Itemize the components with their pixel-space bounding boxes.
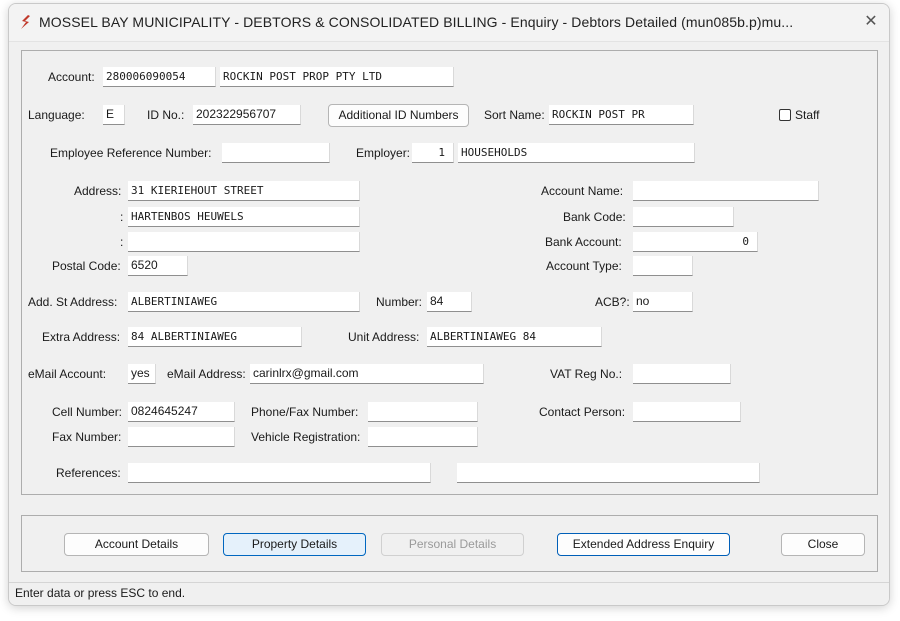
account-name-label: Account Name: (541, 184, 624, 198)
account-number-field[interactable]: 280006090054 (103, 67, 216, 87)
address-line2-field[interactable]: HARTENBOS HEUWELS (128, 207, 360, 227)
bank-account-field[interactable]: 0 (633, 232, 758, 252)
bank-code-field[interactable] (633, 207, 734, 227)
email-account-label: eMail Account: (28, 367, 107, 381)
employer-code-field[interactable]: 1 (412, 143, 454, 163)
id-no-label: ID No.: (147, 108, 185, 122)
number-field[interactable]: 84 (427, 292, 472, 312)
employer-name-field[interactable]: HOUSEHOLDS (458, 143, 695, 163)
vehicle-reg-label: Vehicle Registration: (251, 430, 361, 444)
add-st-address-label: Add. St Address: (28, 295, 118, 309)
debtor-details-panel: Account: 280006090054 ROCKIN POST PROP P… (21, 50, 878, 495)
references-label: References: (56, 466, 121, 480)
title-bar: MOSSEL BAY MUNICIPALITY - DEBTORS & CONS… (9, 4, 889, 42)
address-label: Address: (74, 184, 122, 198)
window-title: MOSSEL BAY MUNICIPALITY - DEBTORS & CONS… (39, 14, 794, 30)
account-type-label: Account Type: (546, 259, 622, 273)
app-logo-icon (21, 15, 30, 29)
extra-address-label: Extra Address: (42, 330, 121, 344)
email-address-label: eMail Address: (167, 367, 246, 381)
extra-address-field[interactable]: 84 ALBERTINIAWEG (128, 327, 302, 347)
sort-name-label: Sort Name: (484, 108, 545, 122)
employee-ref-label: Employee Reference Number: (50, 146, 212, 160)
fax-number-field[interactable] (128, 427, 235, 447)
account-type-field[interactable] (633, 256, 693, 276)
phone-fax-label: Phone/Fax Number: (251, 405, 359, 419)
unit-address-label: Unit Address: (348, 330, 420, 344)
postal-code-label: Postal Code: (52, 259, 121, 273)
email-address-field[interactable]: carinlrx@gmail.com (250, 364, 484, 384)
vat-reg-field[interactable] (633, 364, 731, 384)
address-line3-label: : (120, 235, 124, 249)
account-details-button[interactable]: Account Details (64, 533, 209, 556)
acb-field[interactable]: no (633, 292, 693, 312)
cell-number-label: Cell Number: (52, 405, 123, 419)
close-window-icon[interactable]: ✕ (861, 12, 881, 32)
references-field-2[interactable] (457, 463, 760, 483)
staff-checkbox[interactable] (779, 109, 791, 121)
staff-label: Staff (795, 108, 820, 122)
acb-label: ACB?: (595, 295, 630, 309)
unit-address-field[interactable]: ALBERTINIAWEG 84 (427, 327, 602, 347)
vat-reg-label: VAT Reg No.: (550, 367, 623, 381)
status-text: Enter data or press ESC to end. (15, 586, 186, 600)
add-st-address-field[interactable]: ALBERTINIAWEG (128, 292, 360, 312)
number-label: Number: (376, 295, 423, 309)
address-line3-field[interactable] (128, 232, 360, 252)
additional-id-numbers-label: Additional ID Numbers (338, 108, 459, 122)
bank-code-label: Bank Code: (563, 210, 626, 224)
vehicle-reg-field[interactable] (368, 427, 478, 447)
contact-person-field[interactable] (633, 402, 741, 422)
references-field-1[interactable] (128, 463, 431, 483)
id-no-field[interactable]: 202322956707 (193, 105, 301, 125)
cell-number-field[interactable]: 0824645247 (128, 402, 235, 422)
personal-details-button: Personal Details (381, 533, 524, 556)
employer-label: Employer: (356, 146, 411, 160)
main-window: MOSSEL BAY MUNICIPALITY - DEBTORS & CONS… (8, 3, 890, 606)
language-field[interactable]: E (103, 105, 125, 125)
fax-number-label: Fax Number: (52, 430, 122, 444)
extended-address-enquiry-button[interactable]: Extended Address Enquiry (557, 533, 730, 556)
bank-account-label: Bank Account: (545, 235, 622, 249)
account-holder-field[interactable]: ROCKIN POST PROP PTY LTD (220, 67, 454, 87)
address-line2-label: : (120, 210, 124, 224)
address-line1-field[interactable]: 31 KIERIEHOUT STREET (128, 181, 360, 201)
sort-name-field[interactable]: ROCKIN POST PR (549, 105, 694, 125)
account-name-field[interactable] (633, 181, 819, 201)
contact-person-label: Contact Person: (539, 405, 626, 419)
phone-fax-field[interactable] (368, 402, 478, 422)
employee-ref-field[interactable] (222, 143, 330, 163)
close-button[interactable]: Close (781, 533, 865, 556)
postal-code-field[interactable]: 6520 (128, 256, 188, 276)
email-account-field[interactable]: yes (128, 364, 156, 384)
status-bar: Enter data or press ESC to end. (9, 582, 889, 605)
account-label: Account: (48, 70, 95, 84)
action-button-panel: Account Details Property Details Persona… (21, 515, 878, 572)
language-label: Language: (28, 108, 85, 122)
additional-id-numbers-button[interactable]: Additional ID Numbers (328, 104, 469, 127)
property-details-button[interactable]: Property Details (223, 533, 366, 556)
